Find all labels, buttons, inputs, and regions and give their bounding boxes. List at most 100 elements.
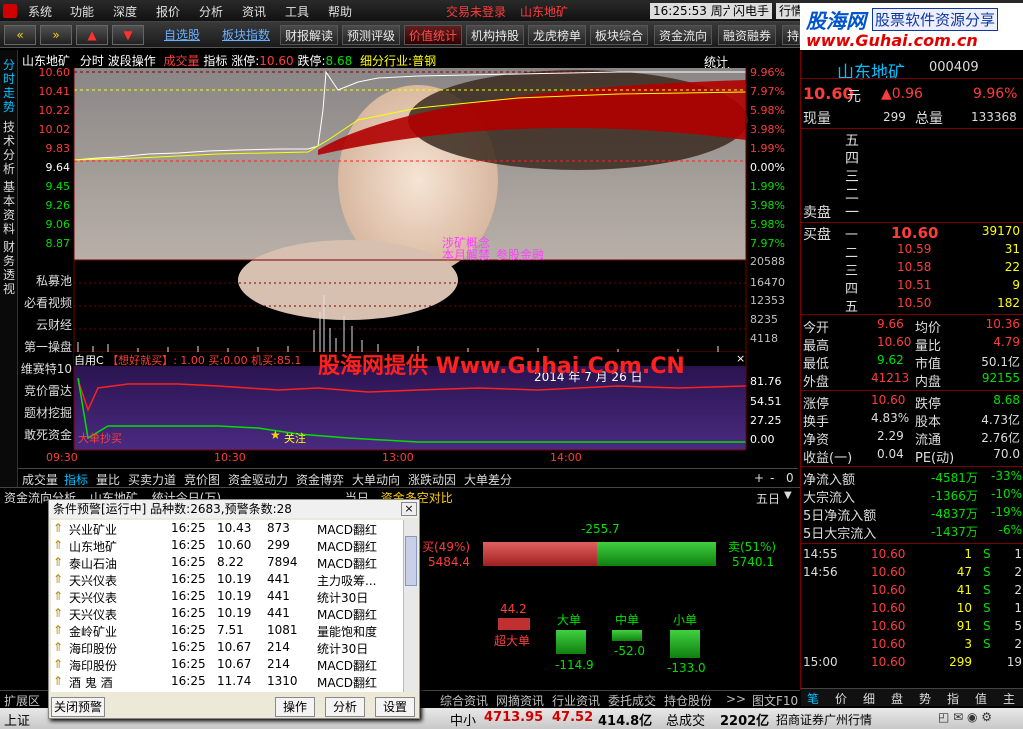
qtab-main[interactable]: 主 — [1003, 690, 1015, 707]
indicator-close-icon[interactable]: × — [736, 352, 745, 365]
tab-forecast[interactable]: 预测评级 — [342, 25, 401, 45]
settings-button[interactable]: 设置 — [375, 697, 415, 717]
subtab-buysell[interactable]: 买卖力道 — [128, 471, 176, 488]
alert-row[interactable]: ⇑ 兴业矿业 16:25 10.43 873 MACD翻红 — [51, 520, 403, 537]
qtab-trend[interactable]: 势 — [919, 690, 931, 707]
tab-dragon-tiger[interactable]: 龙虎榜单 — [528, 25, 587, 45]
tab-financial[interactable]: 财报解读 — [280, 25, 339, 45]
period-select[interactable]: 五日 — [756, 490, 780, 507]
alert-row[interactable]: ⇑ 山东地矿 16:25 10.60 299 MACD翻红 — [51, 537, 403, 554]
buy-level-row: 一 10.60 39170 — [801, 224, 1023, 243]
menu-info[interactable]: 资讯 — [242, 3, 266, 20]
flash-trade-button[interactable]: 闪电手 — [730, 3, 773, 19]
menu-system[interactable]: 系统 — [28, 3, 52, 20]
banner-unlock[interactable]: 本月解禁 — [442, 246, 490, 263]
side-menu-item[interactable]: 私募池 — [18, 272, 72, 294]
alert-list[interactable]: ⇑ 兴业矿业 16:25 10.43 873 MACD翻红 ⇑ 山东地矿 16:25 10.60… — [51, 520, 403, 692]
side-menu-item[interactable]: 云财经 — [18, 316, 72, 338]
alert-row[interactable]: ⇑ 海印股份 16:25 10.67 214 MACD翻红 — [51, 656, 403, 673]
scroll-thumb[interactable] — [405, 536, 417, 586]
btab-more[interactable]: >> — [726, 692, 746, 706]
alert-row[interactable]: ⇑ 海印股份 16:25 10.67 214 统计30日 — [51, 639, 403, 656]
alert-dialog-title[interactable]: 条件预警[运行中] 品种数:2683,预警条数:28 — [49, 500, 419, 518]
btab-news[interactable]: 综合资讯 — [440, 692, 488, 709]
banner-finance[interactable]: 参股金融 — [496, 246, 544, 263]
btab-web-news[interactable]: 网摘资讯 — [496, 692, 544, 709]
subtab-auction[interactable]: 竞价图 — [184, 471, 220, 488]
login-status[interactable]: 交易未登录 — [446, 3, 506, 20]
side-menu-item[interactable]: 维赛特10 — [18, 360, 72, 382]
btab-f10[interactable]: 图文F10 — [752, 692, 798, 709]
tab-margin[interactable]: 融资融券 — [718, 25, 777, 45]
tab-basic-info[interactable]: 基本资料 — [1, 180, 17, 236]
qtab-trades[interactable]: 笔 — [807, 690, 819, 707]
side-menu-item[interactable]: 题材挖掘 — [18, 404, 72, 426]
subtab-fund-game[interactable]: 资金博弈 — [296, 471, 344, 488]
subtab-big-order[interactable]: 大单动向 — [352, 471, 400, 488]
side-menu-item[interactable]: 竞价雷达 — [18, 382, 72, 404]
tab-more[interactable]: 持 — [782, 25, 800, 45]
tab-sector-composite[interactable]: 板块综合 — [590, 25, 649, 45]
alert-row[interactable]: ⇑ 天兴仪表 16:25 10.19 441 主力吸筹... — [51, 571, 403, 588]
subtab-volume[interactable]: 成交量 — [22, 471, 58, 488]
btab-extension[interactable]: 扩展区 — [4, 692, 40, 709]
zoom-out-button[interactable]: - — [770, 471, 774, 485]
period-dropdown-icon[interactable]: ▼ — [784, 490, 792, 501]
alert-row[interactable]: ⇑ 金岭矿业 16:25 7.51 1081 量能饱和度 — [51, 622, 403, 639]
menu-depth[interactable]: 深度 — [113, 3, 137, 20]
zoom-reset-button[interactable]: 0 — [786, 471, 794, 485]
arrow-down-icon[interactable]: ▼ — [112, 25, 144, 45]
analyze-button[interactable]: 分析 — [325, 697, 365, 717]
indicator-name[interactable]: 【想好就买】 — [107, 354, 173, 367]
arrow-up-icon[interactable]: ▲ — [76, 25, 108, 45]
alert-stock: 天兴仪表 — [69, 574, 118, 588]
stat-label: 股本 — [915, 415, 942, 430]
price-label: 10.02 — [38, 123, 71, 136]
tab-institution[interactable]: 机构持股 — [466, 25, 525, 45]
tab-fund-flow[interactable]: 资金流向 — [654, 25, 713, 45]
alert-row[interactable]: ⇑ 天兴仪表 16:25 10.19 441 MACD翻红 — [51, 605, 403, 622]
subtab-indicator[interactable]: 指标 — [64, 471, 88, 488]
tick-time: 15:00 — [803, 655, 838, 669]
qtab-index[interactable]: 指 — [947, 690, 959, 707]
side-menu-item[interactable]: 第一操盘 — [18, 338, 72, 360]
alert-row[interactable]: ⇑ 天兴仪表 16:25 10.19 441 统计30日 — [51, 588, 403, 605]
alert-row[interactable]: ⇑ 泰山石油 16:25 8.22 7894 MACD翻红 — [51, 554, 403, 571]
alert-list-scrollbar[interactable] — [403, 520, 417, 692]
qtab-detail[interactable]: 细 — [863, 690, 875, 707]
subtab-volume-ratio[interactable]: 量比 — [96, 471, 120, 488]
menu-quote[interactable]: 报价 — [156, 3, 180, 20]
qtab-book[interactable]: 盘 — [891, 690, 903, 707]
menu-help[interactable]: 帮助 — [328, 3, 352, 20]
menu-tools[interactable]: 工具 — [285, 3, 309, 20]
tab-watchlist[interactable]: 自选股 — [160, 25, 204, 45]
menu-analysis[interactable]: 分析 — [199, 3, 223, 20]
status-index-sh[interactable]: 上证 — [4, 710, 30, 729]
stat-value: 4.79 — [993, 335, 1020, 349]
close-alert-button[interactable]: 关闭预警 — [51, 697, 105, 717]
btab-positions[interactable]: 持仓股份 — [664, 692, 712, 709]
tab-finance[interactable]: 财务透视 — [1, 240, 17, 296]
tab-technical[interactable]: 技术分析 — [1, 120, 17, 176]
alert-row[interactable]: ⇑ 酒 鬼 酒 16:25 11.74 1310 MACD翻红 — [51, 673, 403, 690]
qtab-value[interactable]: 值 — [975, 690, 987, 707]
subtab-cause[interactable]: 涨跌动因 — [408, 471, 456, 488]
operate-button[interactable]: 操作 — [275, 697, 315, 717]
zoom-in-button[interactable]: + — [754, 471, 764, 485]
tab-value-stats[interactable]: 价值统计 — [404, 25, 463, 45]
menu-function[interactable]: 功能 — [70, 3, 94, 20]
subtab-diff[interactable]: 大单差分 — [464, 471, 512, 488]
side-menu-item[interactable]: 必看视频 — [18, 294, 72, 316]
buy-level-vol: 22 — [1004, 260, 1020, 274]
tab-intraday[interactable]: 分时走势 — [1, 58, 17, 114]
forward-double-icon[interactable]: » — [40, 25, 72, 45]
qtab-price[interactable]: 价 — [835, 690, 847, 707]
btab-orders[interactable]: 委托成交 — [608, 692, 656, 709]
back-double-icon[interactable]: « — [4, 25, 36, 45]
btab-industry-news[interactable]: 行业资讯 — [552, 692, 600, 709]
indicator-mode[interactable]: 自用C — [74, 354, 104, 367]
tab-sector-index[interactable]: 板块指数 — [218, 25, 274, 45]
side-menu-item[interactable]: 敢死资金 — [18, 426, 72, 448]
subtab-fund-drive[interactable]: 资金驱动力 — [228, 471, 288, 488]
close-icon[interactable]: × — [401, 502, 417, 516]
